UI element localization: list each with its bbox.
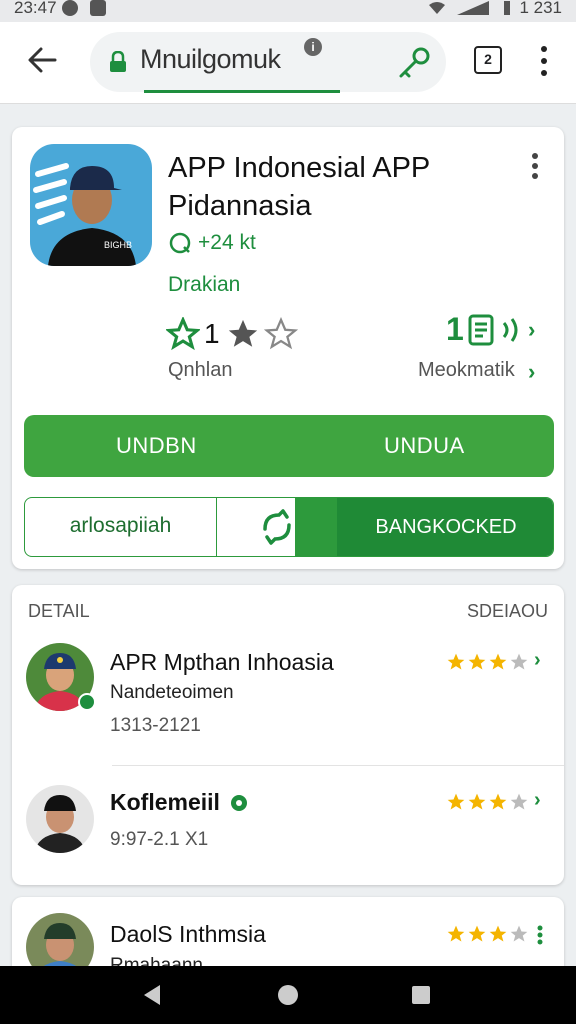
chevron-right-icon[interactable]: ›: [528, 317, 535, 343]
info-icon[interactable]: i: [304, 38, 322, 56]
star-outline-green-icon: [166, 317, 200, 351]
status-right: 1 231: [427, 0, 562, 18]
star-rating: [446, 652, 529, 672]
lock-icon: [110, 51, 126, 72]
settings-gear-icon: [230, 794, 247, 811]
install-right-label: UNDUA: [384, 433, 465, 458]
list-item-date: 9:97-2.1 X1: [110, 829, 209, 850]
system-nav-bar: [0, 966, 576, 1024]
document-icon: [468, 314, 494, 345]
battery-icon: [504, 1, 511, 15]
star-rating: [446, 924, 529, 944]
star-filled-icon: [447, 925, 465, 942]
sync-icon: [263, 509, 291, 545]
sync-button-accent: [295, 498, 337, 556]
chevron-right-icon[interactable]: ›: [528, 359, 535, 385]
chevron-right-icon[interactable]: ›: [534, 649, 541, 672]
browser-toolbar: Mnuilgomuk i 2: [0, 22, 576, 104]
svg-text:BIGHB: BIGHB: [104, 240, 132, 250]
arrow-left-icon: [28, 47, 57, 73]
signal-icon: [457, 1, 490, 15]
star-half-icon: [510, 793, 528, 810]
list-item-subtitle: Nandeteoimen: [110, 682, 234, 703]
action-button-row: arlosapiiah BANGKOCKED: [24, 497, 554, 557]
star-filled-icon: [468, 925, 486, 942]
app-title: APP Indonesial APP Pidannasia: [168, 152, 430, 222]
primary-action-button[interactable]: BANGKOCKED: [337, 498, 553, 556]
url-bar[interactable]: Mnuilgomuk i: [90, 32, 446, 93]
notification-icon: [62, 0, 78, 16]
url-progress: [144, 90, 340, 93]
status-bar: 23:47 1 231: [0, 0, 576, 22]
rating-value: 1: [204, 318, 220, 349]
star-filled-icon: [228, 319, 257, 347]
wifi-icon: [429, 2, 446, 14]
list-item[interactable]: Koflemeiil 9:97-2.1 X1 ›: [12, 777, 564, 877]
nav-home-icon[interactable]: [278, 985, 298, 1005]
avatar: [26, 785, 94, 853]
back-button[interactable]: [22, 40, 62, 80]
key-icon[interactable]: [396, 45, 432, 81]
more-options-icon[interactable]: [528, 151, 542, 181]
app-meta: +24 kt: [168, 231, 256, 255]
app-icon[interactable]: BIGHB: [30, 144, 152, 266]
list-item-title-text: Koflemeiil: [110, 789, 220, 815]
details-card: DETAIL SDEIAOU APR Mpthan Inhoasia Nande…: [12, 585, 564, 885]
developer-link[interactable]: Drakian: [168, 273, 240, 297]
star-filled-icon: [489, 925, 507, 942]
section-header-action[interactable]: SDEIAOU: [467, 601, 548, 622]
overflow-menu-icon[interactable]: [534, 44, 554, 78]
url-text: Mnuilgomuk: [140, 44, 281, 74]
sound-icon: [502, 317, 518, 342]
app-detail-card: BIGHB APP Indonesial APP Pidannasia +24 …: [12, 127, 564, 569]
secondary-button[interactable]: arlosapiiah: [25, 498, 217, 556]
list-item-title: Koflemeiil: [110, 789, 250, 816]
install-left-label: UNDBN: [116, 433, 197, 458]
install-button[interactable]: UNDBN UNDUA: [24, 415, 554, 477]
list-item-title: APR Mpthan Inhoasia: [110, 649, 334, 675]
star-filled-icon: [468, 653, 486, 670]
app-meta-text: +24 kt: [198, 231, 256, 254]
status-time: 23:47: [14, 0, 57, 17]
download-icon: [90, 0, 106, 16]
star-outline-icon: [263, 317, 298, 350]
chevron-right-icon[interactable]: ›: [534, 789, 541, 812]
star-filled-icon: [489, 653, 507, 670]
download-count[interactable]: 1: [446, 311, 522, 348]
star-half-icon: [510, 653, 528, 670]
star-half-icon: [510, 925, 528, 942]
nav-recents-icon[interactable]: [412, 986, 430, 1004]
list-item-date: 1313-2121: [110, 715, 201, 736]
more-options-icon[interactable]: [536, 925, 544, 945]
status-right-time: 1 231: [519, 0, 562, 17]
content-rating-icon: [169, 232, 191, 254]
section-header: DETAIL: [28, 601, 90, 621]
list-item-title: DaolS Inthmsia: [110, 921, 266, 947]
star-filled-icon: [468, 793, 486, 810]
list-item[interactable]: APR Mpthan Inhoasia Nandeteoimen 1313-21…: [12, 635, 564, 765]
nav-back-icon[interactable]: [144, 985, 160, 1005]
downloads-label: Meokmatik: [418, 359, 515, 381]
rating-summary[interactable]: 1: [166, 317, 298, 351]
star-filled-icon: [447, 793, 465, 810]
rating-label: Qnhlan: [168, 359, 233, 381]
star-filled-icon: [447, 653, 465, 670]
star-filled-icon: [489, 793, 507, 810]
download-count-value: 1: [446, 311, 464, 347]
divider: [112, 765, 564, 766]
star-rating: [446, 792, 529, 812]
tab-switcher-button[interactable]: 2: [474, 46, 502, 74]
verified-badge-icon: [78, 693, 96, 711]
